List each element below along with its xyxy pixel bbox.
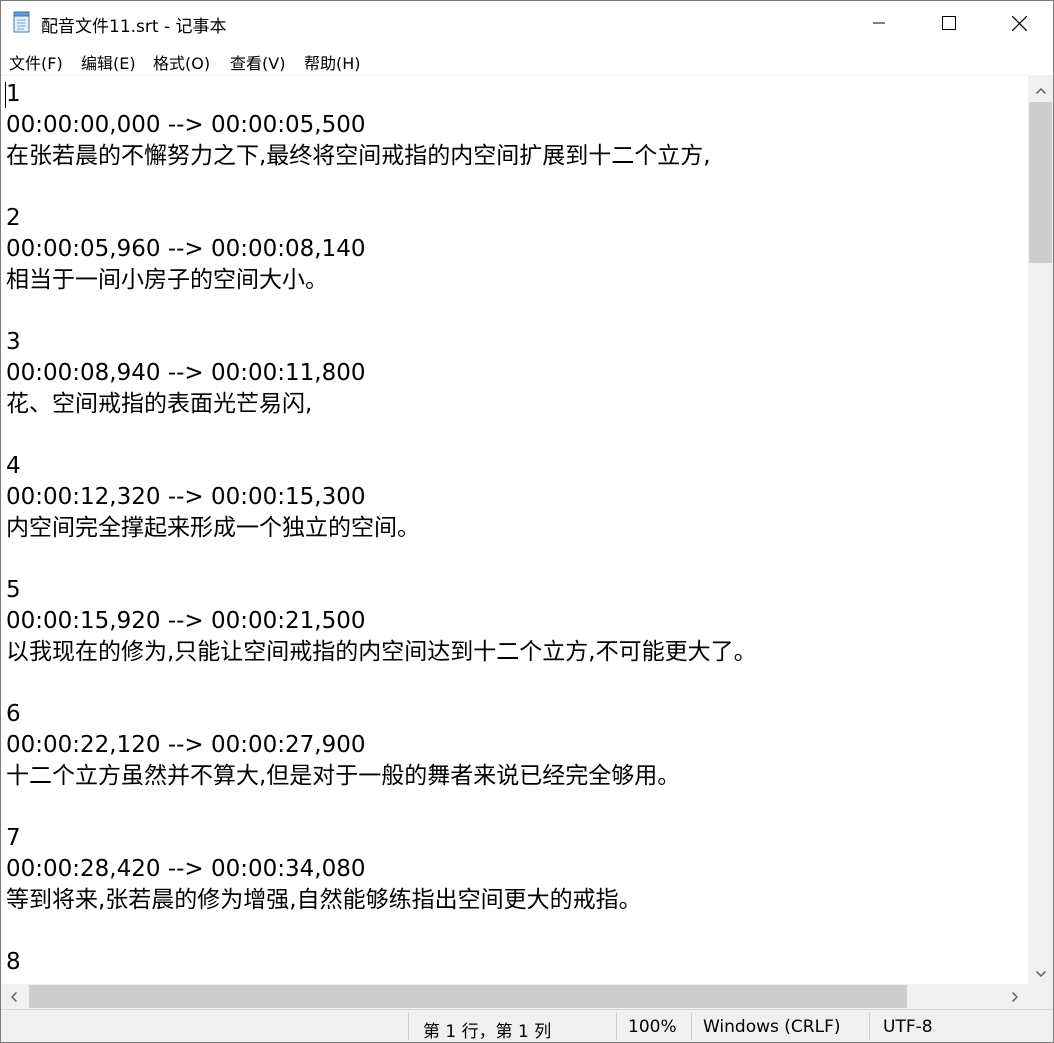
text-editor[interactable]: 1 00:00:00,000 --> 00:00:05,500 在张若晨的不懈努力之… (1, 75, 1028, 985)
menu-bar: 文件(F) 编辑(E) 格式(O) 查看(V) 帮助(H) (1, 45, 1053, 75)
chevron-right-icon (1011, 987, 1019, 1006)
status-divider (691, 1013, 692, 1040)
text-line: 1 (6, 81, 21, 107)
minimize-button[interactable] (844, 1, 914, 45)
text-line (6, 668, 757, 699)
text-line: 5 (6, 577, 21, 603)
text-line: 十二个立方虽然并不算大,但是对于一般的舞者来说已经完全够用。 (6, 763, 681, 789)
window-title: 配音文件11.srt - 记事本 (41, 17, 227, 37)
text-line (6, 544, 757, 575)
status-divider (869, 1013, 870, 1040)
text-line: 8 (6, 949, 21, 975)
scroll-down-button[interactable] (1028, 958, 1053, 984)
text-line: 00:00:05,960 --> 00:00:08,140 (6, 236, 366, 262)
notepad-window: 配音文件11.srt - 记事本 文件(F) 编辑(E) 格式(O) 查看(V)… (0, 0, 1054, 1043)
horizontal-scrollbar[interactable] (1, 984, 1028, 1009)
text-line (6, 420, 757, 451)
chevron-left-icon (10, 987, 18, 1006)
menu-edit[interactable]: 编辑(E) (81, 50, 136, 74)
text-line: 00:00:00,000 --> 00:00:05,500 (6, 112, 366, 138)
scroll-right-button[interactable] (1002, 984, 1028, 1009)
status-divider (616, 1013, 617, 1040)
status-encoding: UTF-8 (883, 1017, 933, 1037)
status-divider (408, 1013, 409, 1040)
text-line: 4 (6, 453, 21, 479)
close-icon (1011, 15, 1027, 31)
chevron-down-icon (1035, 962, 1046, 981)
text-line (6, 916, 757, 947)
text-line (6, 792, 757, 823)
text-line (6, 172, 757, 203)
text-line: 2 (6, 205, 21, 231)
text-line: 00:00:22,120 --> 00:00:27,900 (6, 732, 366, 758)
vertical-scroll-thumb[interactable] (1029, 102, 1052, 263)
text-line: 以我现在的修为,只能让空间戒指的内空间达到十二个立方,不可能更大了。 (6, 639, 757, 665)
scroll-up-button[interactable] (1028, 75, 1053, 101)
notepad-icon (12, 11, 32, 33)
status-cursor-position: 第 1 行，第 1 列 (423, 1022, 552, 1042)
text-line: 00:00:15,920 --> 00:00:21,500 (6, 608, 366, 634)
text-line: 7 (6, 825, 21, 851)
text-content: 1 00:00:00,000 --> 00:00:05,500 在张若晨的不懈努力之… (6, 79, 757, 978)
status-zoom: 100% (628, 1017, 677, 1037)
status-line-ending: Windows (CRLF) (703, 1017, 841, 1037)
text-line: 3 (6, 329, 21, 355)
menu-format[interactable]: 格式(O) (153, 50, 210, 74)
text-line: 00:00:12,320 --> 00:00:15,300 (6, 484, 366, 510)
close-button[interactable] (984, 1, 1053, 45)
scroll-left-button[interactable] (1, 984, 27, 1009)
vertical-scrollbar[interactable] (1028, 75, 1053, 984)
maximize-icon (942, 16, 956, 30)
scrollbar-corner (1028, 984, 1053, 1009)
horizontal-scroll-thumb[interactable] (29, 985, 907, 1008)
text-line: 等到将来,张若晨的修为增强,自然能够练指出空间更大的戒指。 (6, 887, 642, 913)
menu-file[interactable]: 文件(F) (9, 50, 63, 74)
status-bar: 第 1 行，第 1 列 100% Windows (CRLF) UTF-8 (1, 1009, 1053, 1042)
text-line: 6 (6, 701, 21, 727)
menu-view[interactable]: 查看(V) (230, 50, 285, 74)
text-line: 在张若晨的不懈努力之下,最终将空间戒指的内空间扩展到十二个立方, (6, 143, 711, 169)
menu-help[interactable]: 帮助(H) (304, 50, 361, 74)
text-line: 00:00:28,420 --> 00:00:34,080 (6, 856, 366, 882)
maximize-button[interactable] (914, 1, 984, 45)
chevron-up-icon (1035, 79, 1046, 98)
text-line: 00:00:08,940 --> 00:00:11,800 (6, 360, 366, 386)
title-bar[interactable]: 配音文件11.srt - 记事本 (1, 1, 1053, 45)
text-line: 花、空间戒指的表面光芒易闪, (6, 391, 313, 417)
text-line (6, 296, 757, 327)
minimize-icon (873, 17, 885, 29)
text-line: 相当于一间小房子的空间大小。 (6, 267, 328, 293)
text-line: 内空间完全撑起来形成一个独立的空间。 (6, 515, 420, 541)
